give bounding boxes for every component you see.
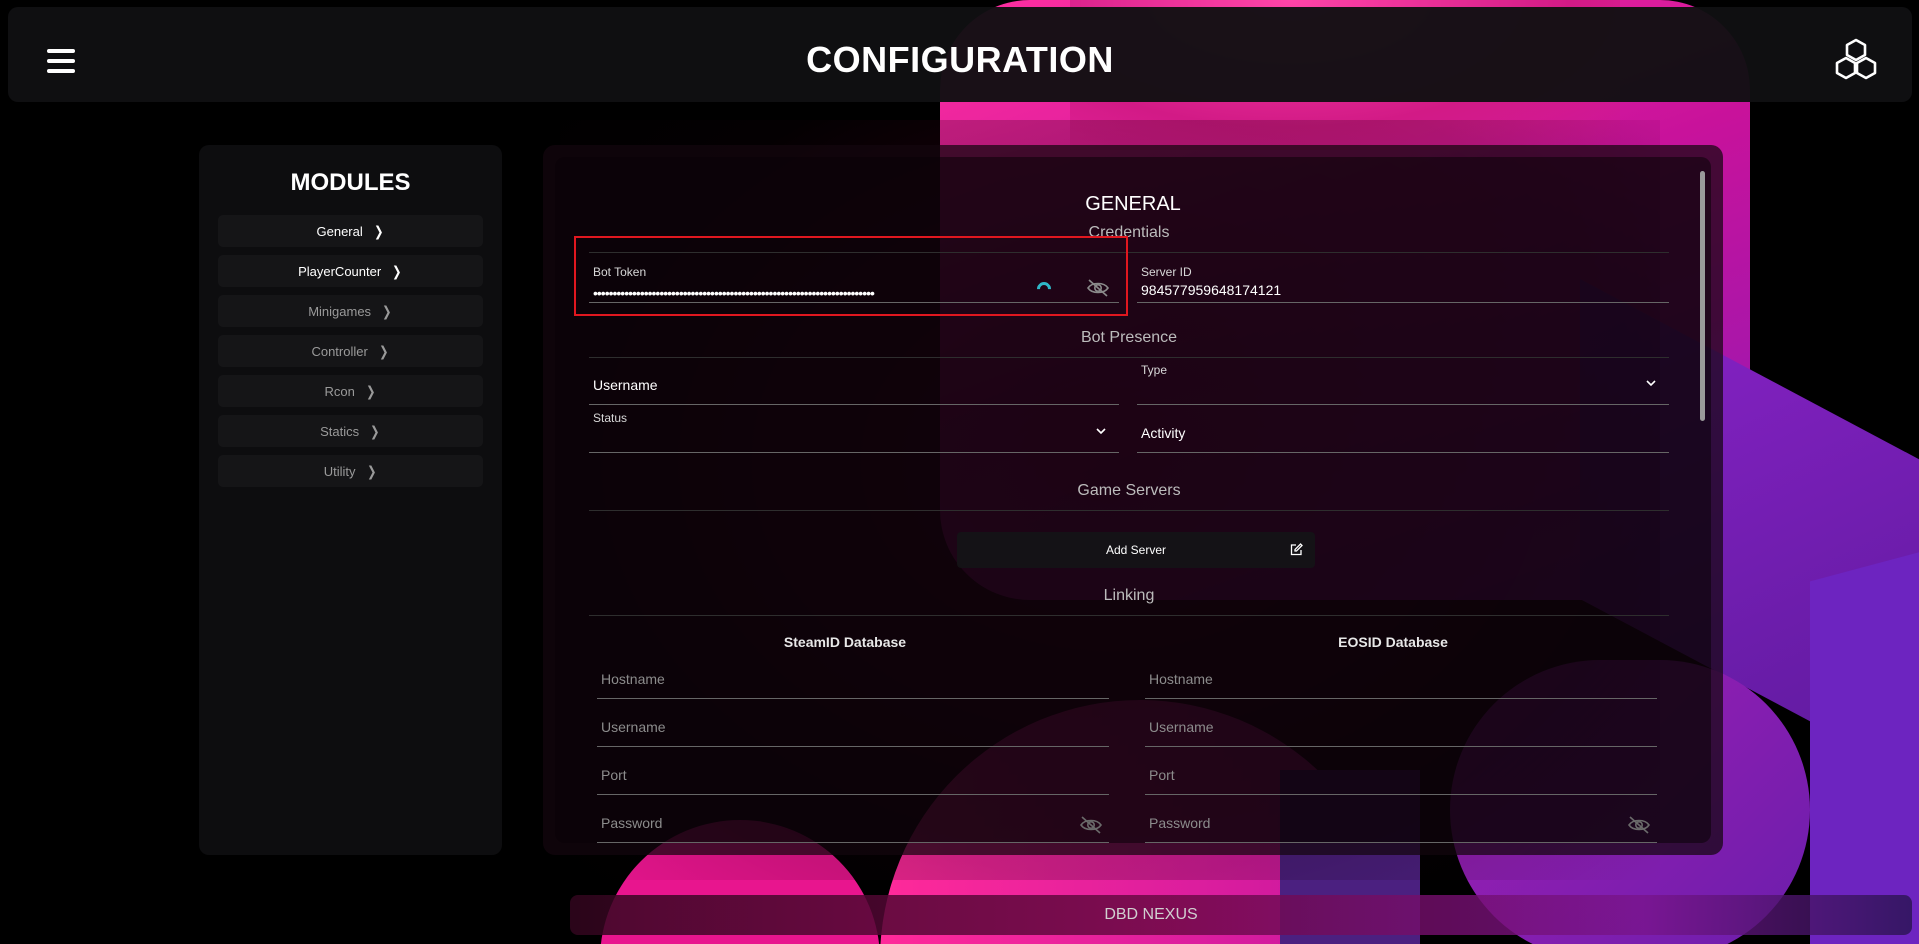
chevron-right-icon: ❯	[365, 382, 376, 399]
chevron-right-icon: ❯	[370, 422, 380, 439]
activity-field[interactable]: Activity	[1137, 405, 1669, 453]
panel-scroll-area[interactable]: GENERAL Credentials Bot Token ••••••••••…	[555, 157, 1711, 843]
page-title: CONFIGURATION	[806, 39, 1114, 80]
general-config-panel: GENERAL Credentials Bot Token ••••••••••…	[543, 145, 1723, 855]
divider	[589, 252, 1669, 253]
steam-username-input[interactable]: Username	[597, 705, 1109, 747]
module-label: General	[316, 223, 363, 239]
steam-password-input[interactable]: Password	[597, 801, 1109, 843]
steamid-database-title: SteamID Database	[783, 634, 907, 650]
eos-username-input[interactable]: Username	[1145, 705, 1657, 747]
module-item-statics[interactable]: Statics ❯	[218, 415, 483, 447]
chevron-right-icon: ❯	[392, 262, 402, 279]
steam-port-input[interactable]: Port	[597, 753, 1109, 795]
status-select[interactable]: Status	[589, 405, 1119, 453]
eos-hostname-placeholder: Hostname	[1149, 671, 1213, 687]
eye-off-icon[interactable]	[1079, 815, 1103, 835]
steam-password-placeholder: Password	[601, 815, 663, 831]
type-label: Type	[1141, 363, 1168, 377]
eosid-database-title: EOSID Database	[1338, 634, 1448, 650]
username-label: Username	[593, 377, 658, 393]
chevron-right-icon: ❯	[373, 222, 384, 239]
eos-username-placeholder: Username	[1149, 719, 1214, 735]
module-label: Utility	[323, 463, 356, 479]
chevron-down-icon	[1096, 428, 1106, 435]
activity-label: Activity	[1141, 425, 1186, 441]
divider	[589, 615, 1669, 616]
section-title-credentials: Credentials	[1088, 224, 1170, 241]
divider	[589, 510, 1669, 511]
server-id-label: Server ID	[1141, 265, 1192, 279]
module-item-playercounter[interactable]: PlayerCounter ❯	[218, 255, 483, 287]
add-server-button[interactable]: Add Server	[957, 532, 1315, 568]
type-select[interactable]: Type	[1137, 357, 1669, 405]
panel-title: GENERAL	[1085, 193, 1181, 215]
module-item-rcon[interactable]: Rcon ❯	[218, 375, 483, 407]
modules-title: MODULES	[290, 169, 411, 196]
eos-port-input[interactable]: Port	[1145, 753, 1657, 795]
chevron-right-icon: ❯	[366, 462, 377, 479]
eye-off-icon[interactable]	[1627, 815, 1651, 835]
loading-spinner-icon	[1034, 279, 1054, 299]
module-label: Statics	[320, 423, 360, 439]
eos-password-input[interactable]: Password	[1145, 801, 1657, 843]
edit-icon	[1290, 543, 1303, 556]
username-field[interactable]: Username	[589, 357, 1119, 405]
status-label: Status	[593, 411, 628, 425]
section-title-game-servers: Game Servers	[1077, 482, 1181, 499]
bot-token-field[interactable]: Bot Token ••••••••••••••••••••••••••••••…	[589, 259, 1119, 303]
hexagon-logo-icon[interactable]	[1834, 37, 1878, 81]
steam-hostname-input[interactable]: Hostname	[597, 657, 1109, 699]
module-label: Controller	[311, 343, 368, 359]
module-item-general[interactable]: General ❯	[218, 215, 483, 247]
bot-token-value: ••••••••••••••••••••••••••••••••••••••••…	[593, 285, 875, 301]
chevron-down-icon	[1646, 380, 1656, 387]
footer-text: DBD NEXUS	[1104, 906, 1198, 923]
modules-sidebar: MODULES General ❯ PlayerCounter ❯ Miniga…	[199, 145, 502, 855]
server-id-value: 984577959648174121	[1141, 282, 1282, 298]
module-label: Rcon	[324, 383, 355, 399]
eos-hostname-input[interactable]: Hostname	[1145, 657, 1657, 699]
add-server-label: Add Server	[1105, 543, 1167, 557]
module-label: PlayerCounter	[298, 263, 382, 279]
steam-username-placeholder: Username	[601, 719, 666, 735]
section-title-bot-presence: Bot Presence	[1080, 329, 1178, 346]
modules-list: General ❯ PlayerCounter ❯ Minigames ❯ Co…	[199, 215, 502, 487]
top-header: CONFIGURATION	[8, 7, 1912, 102]
eos-password-placeholder: Password	[1149, 815, 1211, 831]
module-item-controller[interactable]: Controller ❯	[218, 335, 483, 367]
eye-off-icon[interactable]	[1086, 278, 1110, 298]
server-id-field[interactable]: Server ID 984577959648174121	[1137, 259, 1669, 303]
eos-port-placeholder: Port	[1149, 767, 1175, 783]
steam-hostname-placeholder: Hostname	[601, 671, 665, 687]
chevron-right-icon: ❯	[378, 342, 389, 359]
steam-port-placeholder: Port	[601, 767, 627, 783]
bot-token-label: Bot Token	[593, 265, 647, 279]
module-label: Minigames	[308, 303, 372, 319]
section-title-linking: Linking	[1103, 587, 1155, 604]
module-item-minigames[interactable]: Minigames ❯	[218, 295, 483, 327]
footer-bar: DBD NEXUS	[570, 895, 1912, 935]
module-item-utility[interactable]: Utility ❯	[218, 455, 483, 487]
chevron-right-icon: ❯	[382, 302, 392, 319]
